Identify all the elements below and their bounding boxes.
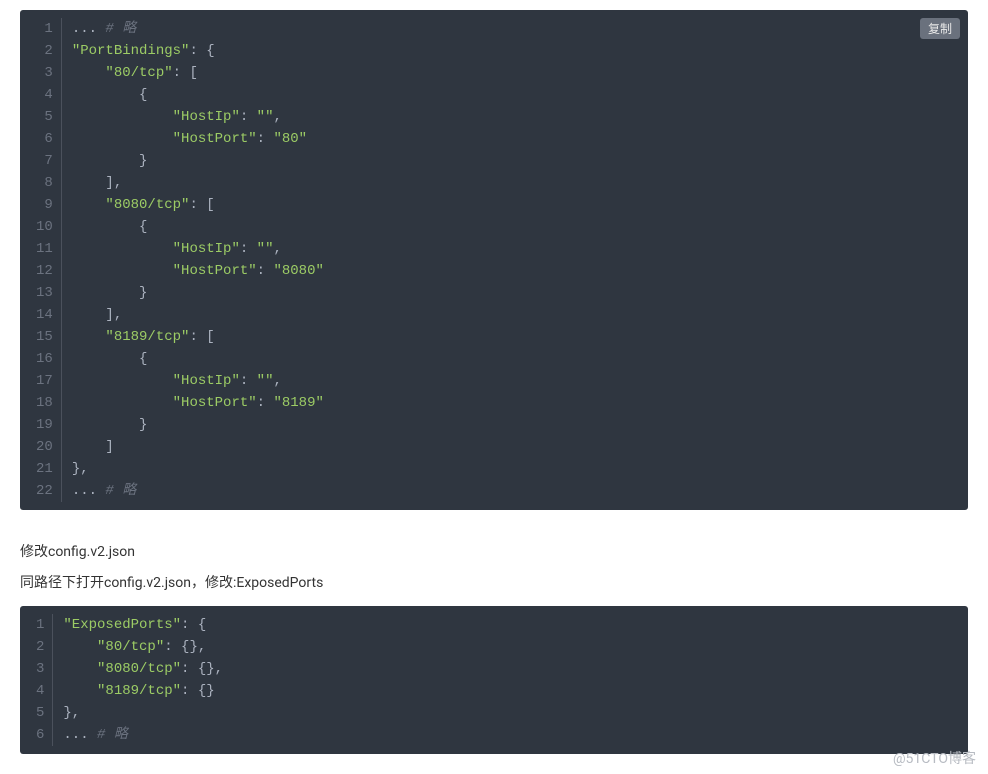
gutter: 1 2 3 4 5 6 7 8 9 10 11 12 13 14 15 16 1…	[20, 18, 62, 502]
code-pre: 1 2 3 4 5 6 7 8 9 10 11 12 13 14 15 16 1…	[20, 10, 968, 510]
code-block-1: 复制 1 2 3 4 5 6 7 8 9 10 11 12 13 14 15 1…	[20, 10, 968, 510]
code-block-2: 1 2 3 4 5 6"ExposedPorts": { "80/tcp": {…	[20, 606, 968, 754]
gutter: 1 2 3 4 5 6	[20, 614, 53, 746]
code-content: "ExposedPorts": { "80/tcp": {}, "8080/tc…	[53, 614, 233, 746]
code-pre: 1 2 3 4 5 6"ExposedPorts": { "80/tcp": {…	[20, 606, 968, 754]
copy-button[interactable]: 复制	[920, 18, 960, 39]
code-content: ... # 略 "PortBindings": { "80/tcp": [ { …	[62, 18, 334, 502]
paragraph-open-config: 同路径下打开config.v2.json，修改:ExposedPorts	[20, 571, 968, 596]
paragraph-modify-config: 修改config.v2.json	[20, 540, 968, 565]
